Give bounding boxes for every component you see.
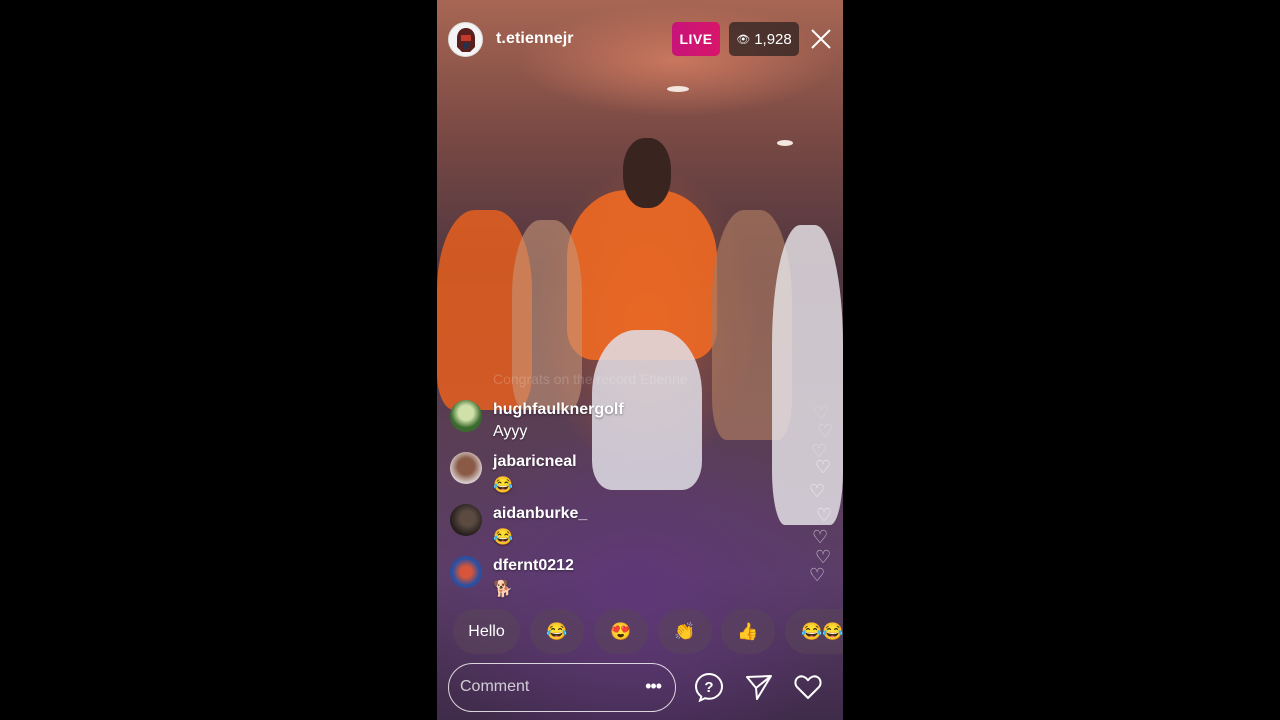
quick-reply-chip[interactable]: 👏 [658,609,712,654]
ceiling-light [667,86,689,92]
heart-icon: ♡ [812,527,829,547]
heart-icon: ♡ [809,481,826,501]
heart-icon: ♡ [817,421,834,441]
question-icon[interactable]: ? [694,672,724,702]
viewer-count-value: 1,928 [754,30,792,48]
comment-username[interactable]: hughfaulknergolf [493,401,624,419]
comment-item: jabaricneal 😂 [447,450,747,502]
heart-icon[interactable] [793,672,823,702]
send-icon[interactable] [744,672,774,702]
comment-username[interactable]: jabaricneal [493,453,577,471]
comment-text: Ayyy [493,423,528,440]
quick-reply-chip[interactable]: 😍 [594,609,648,654]
quick-reply-chip[interactable]: 😂 [530,609,584,654]
comment-text: 😂 [493,529,513,546]
comment-field[interactable]: ••• [448,663,676,712]
comment-item: dfernt0212 🐕 [447,554,747,606]
commenter-avatar[interactable] [450,556,482,588]
quick-reply-chip[interactable]: 😂😂 [785,609,843,654]
quick-reply-chip[interactable]: Hello [453,609,520,654]
comment-text: 😂 [493,477,513,494]
ceiling-light [777,140,793,146]
commenter-avatar[interactable] [450,452,482,484]
close-icon[interactable] [809,27,833,51]
comment-item: hughfaulknergolf Ayyy [447,398,747,450]
heart-icon: ♡ [809,565,826,585]
comment-list: hughfaulknergolf Ayyy jabaricneal 😂 aida… [447,398,747,606]
live-badge: LIVE [672,22,720,56]
host-username[interactable]: t.etiennejr [496,30,574,48]
fading-comment: Congrats on the record Etienne [493,371,688,387]
more-horizontal-icon[interactable]: ••• [645,676,662,697]
comment-username[interactable]: dfernt0212 [493,557,574,575]
heart-icon: ♡ [815,547,832,567]
eye-icon: 👁 [736,33,751,46]
heart-icon: ♡ [813,403,830,423]
comment-input[interactable] [460,678,620,696]
helmet-logo-icon [456,27,475,52]
comment-item: aidanburke_ 😂 [447,502,747,554]
player-head [623,138,671,208]
svg-text:?: ? [704,679,713,696]
floating-hearts: ♡ ♡ ♡ ♡ ♡ ♡ ♡ ♡ ♡ [807,400,837,590]
comment-username[interactable]: aidanburke_ [493,505,587,523]
quick-reply-row: Hello 😂 😍 👏 👍 😂😂 [437,609,843,655]
commenter-avatar[interactable] [450,400,482,432]
live-header: t.etiennejr LIVE 👁 1,928 [437,0,843,80]
quick-reply-chip[interactable]: 👍 [721,609,775,654]
viewer-count[interactable]: 👁 1,928 [729,22,799,56]
heart-icon: ♡ [816,505,833,525]
comment-text: 🐕 [493,581,513,598]
live-video-stage: t.etiennejr LIVE 👁 1,928 Congrats on the… [437,0,843,720]
commenter-avatar[interactable] [450,504,482,536]
heart-icon: ♡ [815,457,832,477]
host-avatar[interactable] [448,22,483,57]
